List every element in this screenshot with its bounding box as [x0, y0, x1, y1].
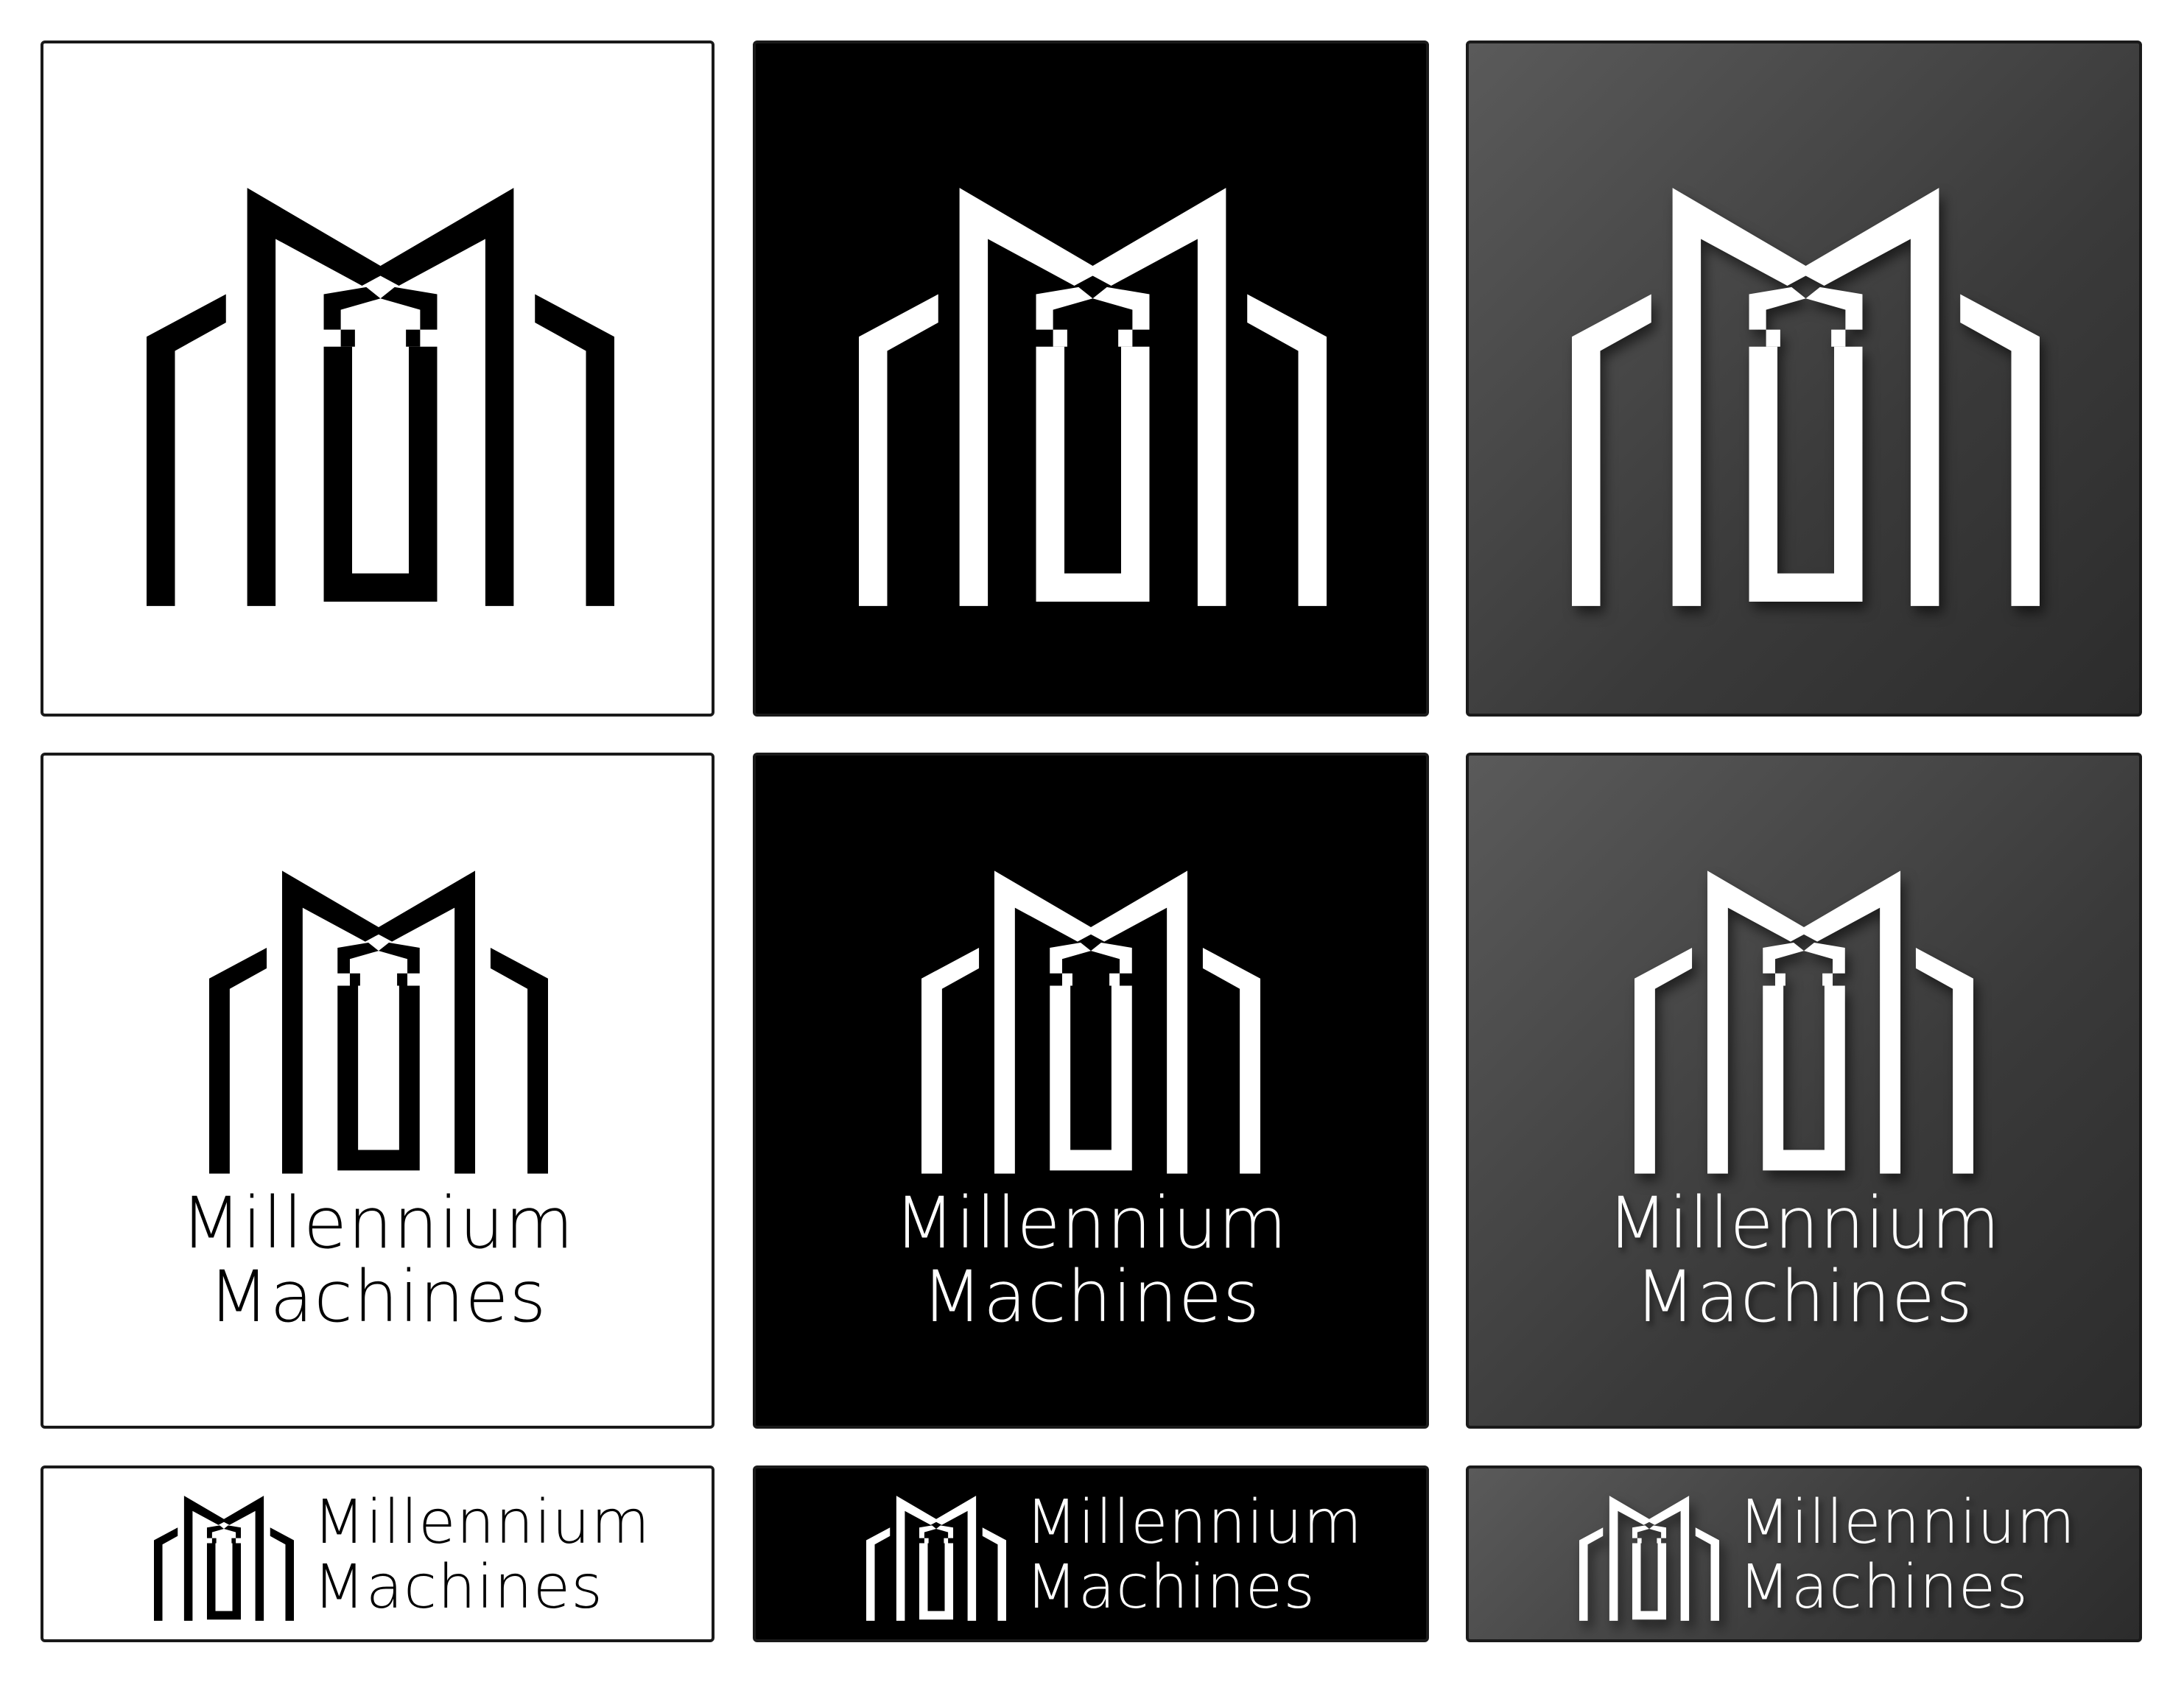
brand-name-line1: Millennium [313, 1488, 651, 1558]
brand-name-line1: Millennium [1607, 1182, 2001, 1264]
brand-wordmark: Millennium Machines [1025, 1491, 1363, 1619]
logo-panel-icon-black [753, 41, 1429, 717]
brand-wordmark: Millennium Machines [1738, 1491, 2076, 1619]
brand-name-line1: Millennium [1738, 1488, 2076, 1558]
logo-panel-horizontal-gray: Millennium Machines [1466, 1465, 2142, 1642]
brand-name-line2: Machines [1635, 1255, 1973, 1338]
mm-building-monogram-icon [866, 1492, 1006, 1625]
brand-name-line2: Machines [1738, 1552, 2029, 1622]
brand-name-line2: Machines [921, 1255, 1260, 1338]
brand-name-line1: Millennium [1025, 1488, 1363, 1558]
brand-name-line1: Millennium [180, 1182, 575, 1264]
mm-building-monogram-icon [209, 862, 548, 1182]
logo-panel-icon-gray [1466, 41, 2142, 717]
brand-wordmark: Millennium Machines [756, 1182, 1426, 1338]
brand-name-line1: Millennium [893, 1182, 1288, 1264]
brand-name-line2: Machines [313, 1552, 603, 1622]
logo-panel-stacked-gray: Millennium Machines [1466, 753, 2142, 1429]
brand-wordmark: Millennium Machines [313, 1491, 650, 1619]
mm-building-monogram-icon [921, 862, 1260, 1182]
brand-wordmark: Millennium Machines [1469, 1182, 2139, 1338]
mm-building-monogram-icon [147, 176, 614, 618]
mm-building-monogram-icon [1635, 862, 1973, 1182]
brand-wordmark: Millennium Machines [43, 1182, 712, 1338]
logo-panel-icon-white [41, 41, 714, 717]
brand-name-line2: Machines [1025, 1552, 1316, 1622]
mm-building-monogram-icon [154, 1492, 294, 1625]
logo-panel-horizontal-black: Millennium Machines [753, 1465, 1429, 1642]
mm-building-monogram-icon [1579, 1492, 1719, 1625]
logo-panel-horizontal-white: Millennium Machines [41, 1465, 714, 1642]
mm-building-monogram-icon [859, 176, 1327, 618]
mm-building-monogram-icon [1572, 176, 2040, 618]
logo-panel-stacked-white: Millennium Machines [41, 753, 714, 1429]
logo-panel-stacked-black: Millennium Machines [753, 753, 1429, 1429]
brand-name-line2: Machines [208, 1255, 547, 1338]
